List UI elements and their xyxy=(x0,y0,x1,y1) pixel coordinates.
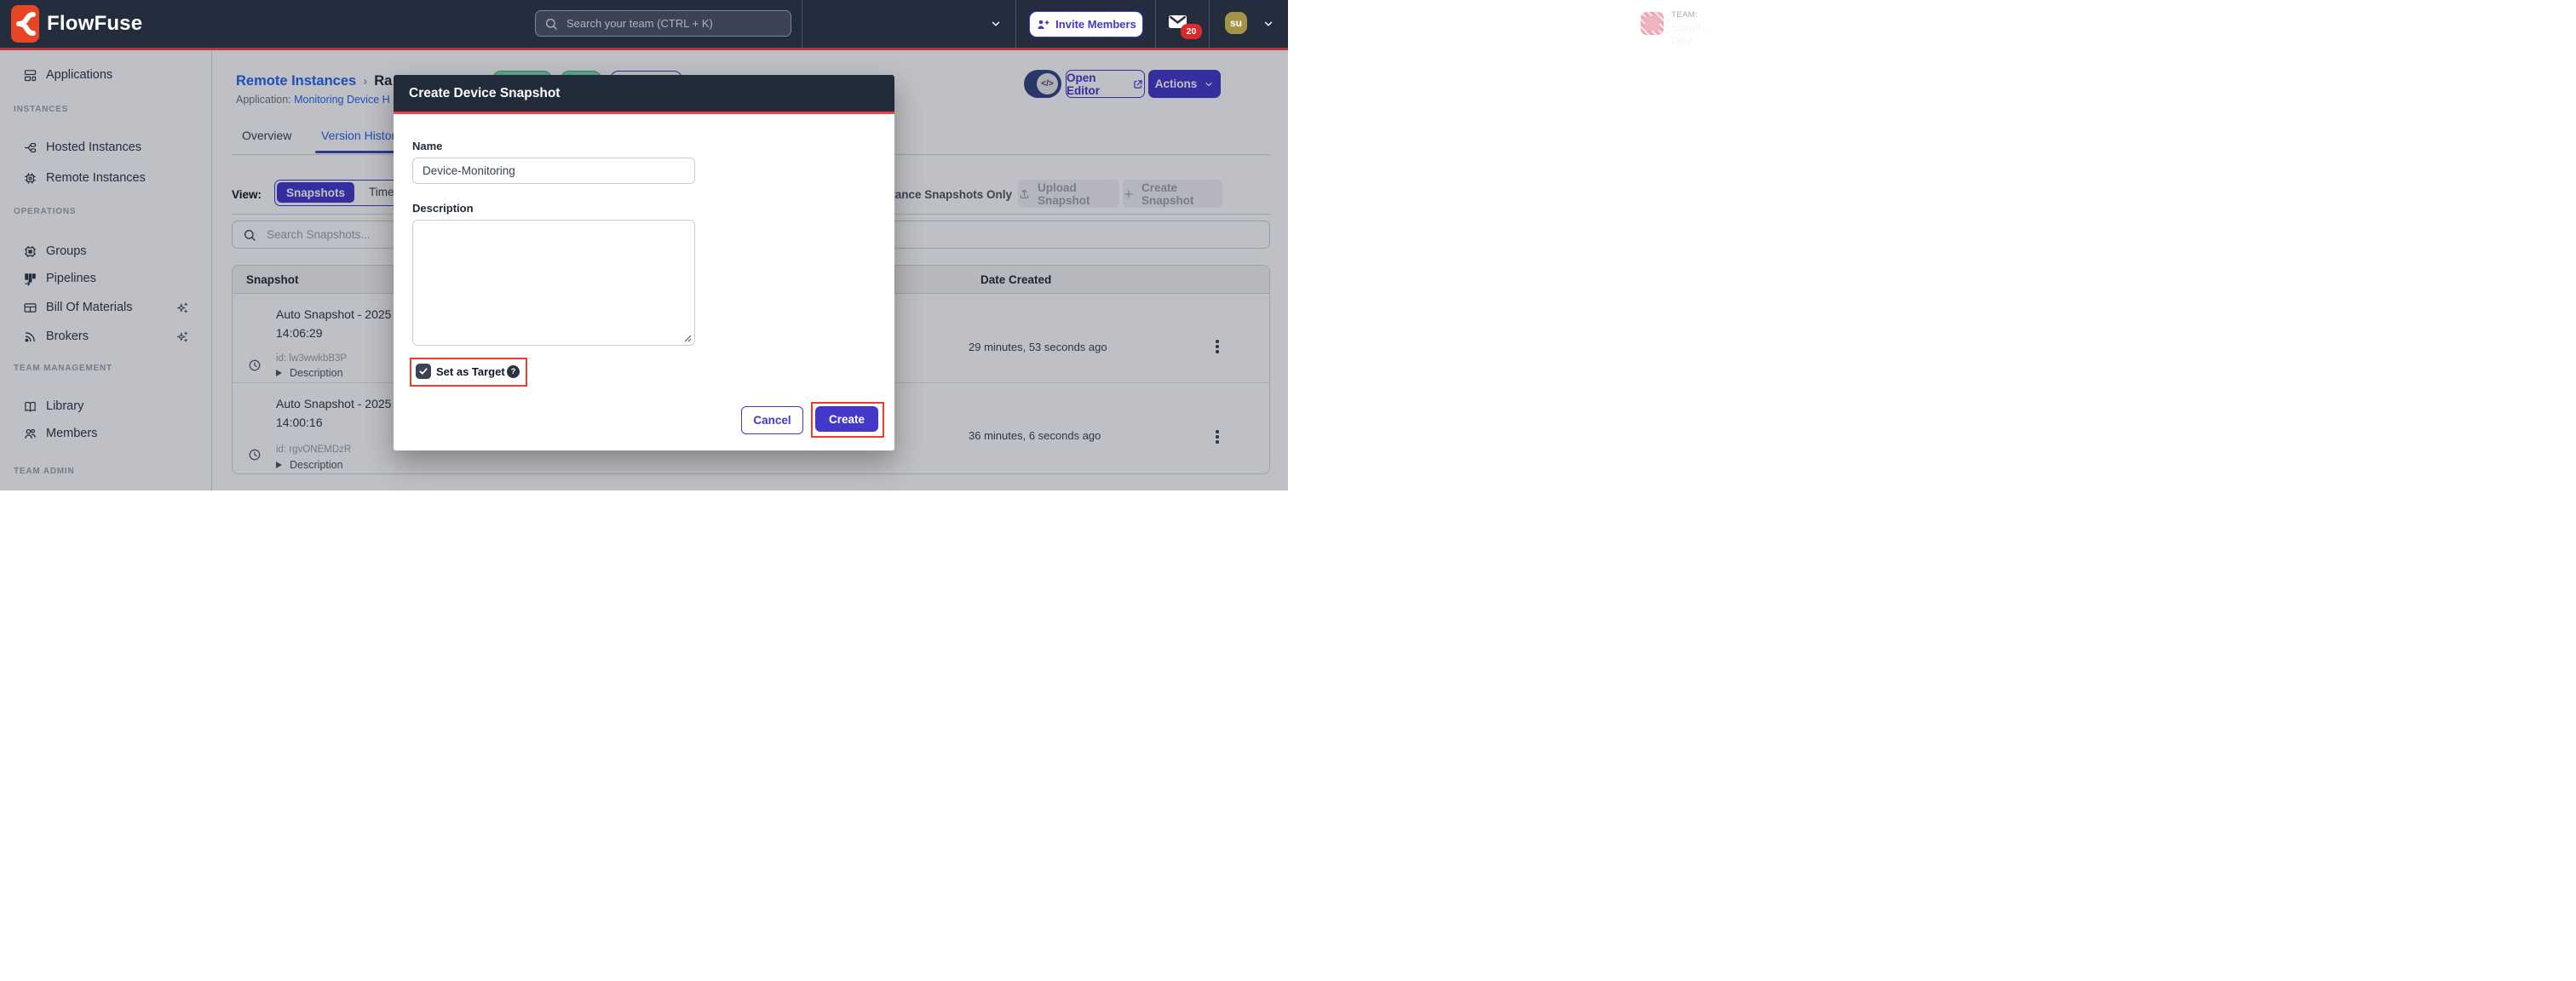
set-as-target-label: Set as Target xyxy=(436,365,505,378)
notifications-button[interactable]: 20 xyxy=(1169,15,1205,41)
set-as-target-highlight: Set as Target ? xyxy=(410,358,527,387)
cancel-button[interactable]: Cancel xyxy=(741,406,803,434)
create-button-highlight: Create xyxy=(811,402,884,438)
set-as-target-checkbox[interactable] xyxy=(416,364,431,379)
dialog-header: Create Device Snapshot xyxy=(394,75,894,114)
name-field[interactable] xyxy=(412,158,695,184)
team-name: Sumit-Dev xyxy=(1671,21,1705,47)
description-label: Description xyxy=(412,202,474,215)
user-menu-chevron-down-icon[interactable] xyxy=(1262,18,1274,30)
navbar-divider xyxy=(1155,0,1156,48)
user-plus-icon xyxy=(1036,18,1049,32)
invite-members-label: Invite Members xyxy=(1055,18,1136,31)
search-icon xyxy=(544,17,558,31)
user-avatar[interactable]: su xyxy=(1225,12,1247,34)
app-title: FlowFuse xyxy=(47,12,142,36)
create-button[interactable]: Create xyxy=(815,406,878,432)
team-search-input[interactable] xyxy=(565,16,782,31)
resize-handle-icon[interactable] xyxy=(682,333,692,342)
top-navbar: FlowFuse TEAM: Sumit-Dev Invite Members … xyxy=(0,0,1288,48)
description-textarea[interactable] xyxy=(412,220,695,346)
chevron-down-icon xyxy=(990,18,1002,30)
create-device-snapshot-dialog: Create Device Snapshot Name Description … xyxy=(394,75,894,450)
navbar-divider xyxy=(1015,0,1016,48)
team-label: TEAM: xyxy=(1671,10,1698,20)
dialog-title: Create Device Snapshot xyxy=(409,86,560,101)
navbar-divider xyxy=(1209,0,1210,48)
help-icon[interactable]: ? xyxy=(507,365,520,378)
team-avatar xyxy=(1641,12,1664,35)
name-label: Name xyxy=(412,140,442,152)
team-selector[interactable]: TEAM: Sumit-Dev xyxy=(818,0,1014,48)
notification-count-badge: 20 xyxy=(1181,24,1202,39)
team-search-box[interactable] xyxy=(535,10,791,37)
flowfuse-logo-icon xyxy=(11,5,39,43)
invite-members-button[interactable]: Invite Members xyxy=(1029,11,1143,37)
